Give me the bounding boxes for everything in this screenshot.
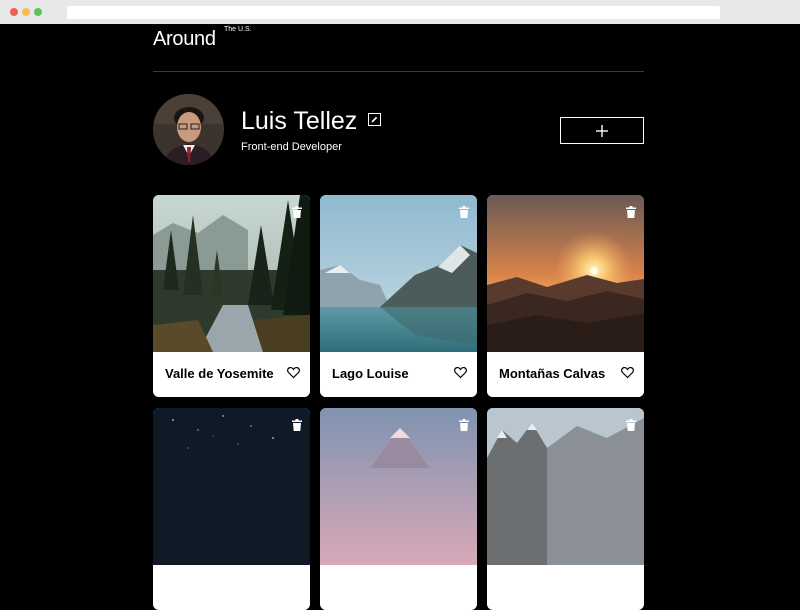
like-button[interactable] — [621, 366, 634, 379]
card-image[interactable] — [153, 195, 310, 352]
card — [487, 408, 644, 610]
card-title: Valle de Yosemite — [165, 366, 274, 381]
profile-name: Luis Tellez — [241, 107, 358, 135]
card: Valle de Yosemite — [153, 195, 310, 397]
page: Around The U.S. Luis Tellez Front-end De… — [0, 24, 800, 610]
browser-toolbar — [0, 0, 800, 24]
card-caption: Lago Louise — [320, 352, 477, 397]
card: Lago Louise — [320, 195, 477, 397]
card-caption: Valle de Yosemite — [153, 352, 310, 397]
card-image[interactable] — [320, 408, 477, 565]
heart-icon — [621, 366, 634, 379]
close-window-button[interactable] — [10, 8, 18, 16]
card: Montañas Calvas — [487, 195, 644, 397]
card — [320, 408, 477, 610]
minimize-window-button[interactable] — [22, 8, 30, 16]
card-image[interactable] — [320, 195, 477, 352]
trash-icon — [459, 419, 469, 431]
trash-icon — [626, 419, 636, 431]
card-image[interactable] — [487, 408, 644, 565]
profile-job: Front-end Developer — [241, 141, 342, 153]
card-caption: Montañas Calvas — [487, 352, 644, 397]
card-image[interactable] — [487, 195, 644, 352]
plus-icon — [596, 124, 608, 137]
add-card-button[interactable] — [560, 117, 644, 144]
card-title: Montañas Calvas — [499, 366, 606, 381]
trash-icon — [626, 206, 636, 218]
maximize-window-button[interactable] — [34, 8, 42, 16]
card-title: Lago Louise — [332, 366, 409, 381]
logo-superscript: The U.S. — [224, 26, 252, 33]
like-button[interactable] — [287, 366, 300, 379]
trash-icon — [459, 206, 469, 218]
edit-profile-button[interactable] — [368, 113, 381, 126]
like-button[interactable] — [454, 366, 467, 379]
delete-card-button[interactable] — [459, 205, 469, 218]
delete-card-button[interactable] — [292, 418, 302, 431]
pencil-icon — [371, 116, 378, 123]
card-image[interactable] — [153, 408, 310, 565]
trash-icon — [292, 206, 302, 218]
heart-icon — [454, 366, 467, 379]
trash-icon — [292, 419, 302, 431]
heart-icon — [287, 366, 300, 379]
header-divider — [153, 71, 644, 72]
address-bar[interactable] — [67, 6, 720, 19]
logo: Around — [153, 28, 216, 50]
delete-card-button[interactable] — [626, 418, 636, 431]
delete-card-button[interactable] — [626, 205, 636, 218]
avatar[interactable] — [153, 94, 224, 165]
delete-card-button[interactable] — [292, 205, 302, 218]
card — [153, 408, 310, 610]
delete-card-button[interactable] — [459, 418, 469, 431]
